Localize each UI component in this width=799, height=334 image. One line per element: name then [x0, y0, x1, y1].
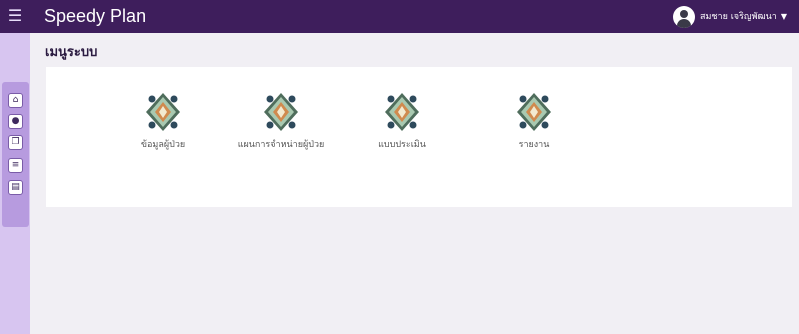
menu-item-label: รายงาน: [518, 140, 550, 150]
menu-item-report[interactable]: รายงาน: [489, 92, 579, 172]
thai-pattern-icon: [264, 93, 298, 131]
menu-toggle-icon[interactable]: ☰: [0, 0, 30, 33]
avatar: [673, 5, 695, 28]
page-title: เมนูระบบ: [45, 45, 98, 60]
menu-panel: ข้อมูลผู้ป่วย แผนการจำหน่ายผู้ป่วย แบบปร…: [46, 67, 792, 207]
home-icon[interactable]: ⌂: [8, 93, 23, 108]
app-title[interactable]: Speedy Plan: [44, 6, 146, 26]
thai-pattern-icon: [146, 93, 180, 131]
thai-pattern-icon: [517, 93, 551, 131]
user-icon[interactable]: ●: [8, 114, 23, 129]
menu-item-label: แผนการจำหน่ายผู้ป่วย: [237, 140, 325, 150]
list-icon[interactable]: ≡: [8, 158, 23, 173]
caret-down-icon: ▼: [780, 12, 787, 21]
copy-icon[interactable]: ❐: [8, 135, 23, 150]
sidebar: ⌂ ● ❐ ≡ ▤: [0, 33, 30, 334]
document-icon[interactable]: ▤: [8, 180, 23, 195]
user-menu[interactable]: สมชาย เจริญพัฒนา ▼: [673, 5, 787, 28]
menu-item-discharge-plan[interactable]: แผนการจำหน่ายผู้ป่วย: [236, 92, 326, 172]
user-name: สมชาย เจริญพัฒนา: [700, 11, 777, 22]
menu-item-label: แบบประเมิน: [378, 140, 426, 150]
menu-item-patient-info[interactable]: ข้อมูลผู้ป่วย: [118, 92, 208, 172]
menu-item-label: ข้อมูลผู้ป่วย: [140, 140, 186, 150]
top-navbar: ☰ Speedy Plan สมชาย เจริญพัฒนา ▼: [0, 0, 799, 33]
thai-pattern-icon: [385, 93, 419, 131]
menu-item-assessment[interactable]: แบบประเมิน: [357, 92, 447, 172]
